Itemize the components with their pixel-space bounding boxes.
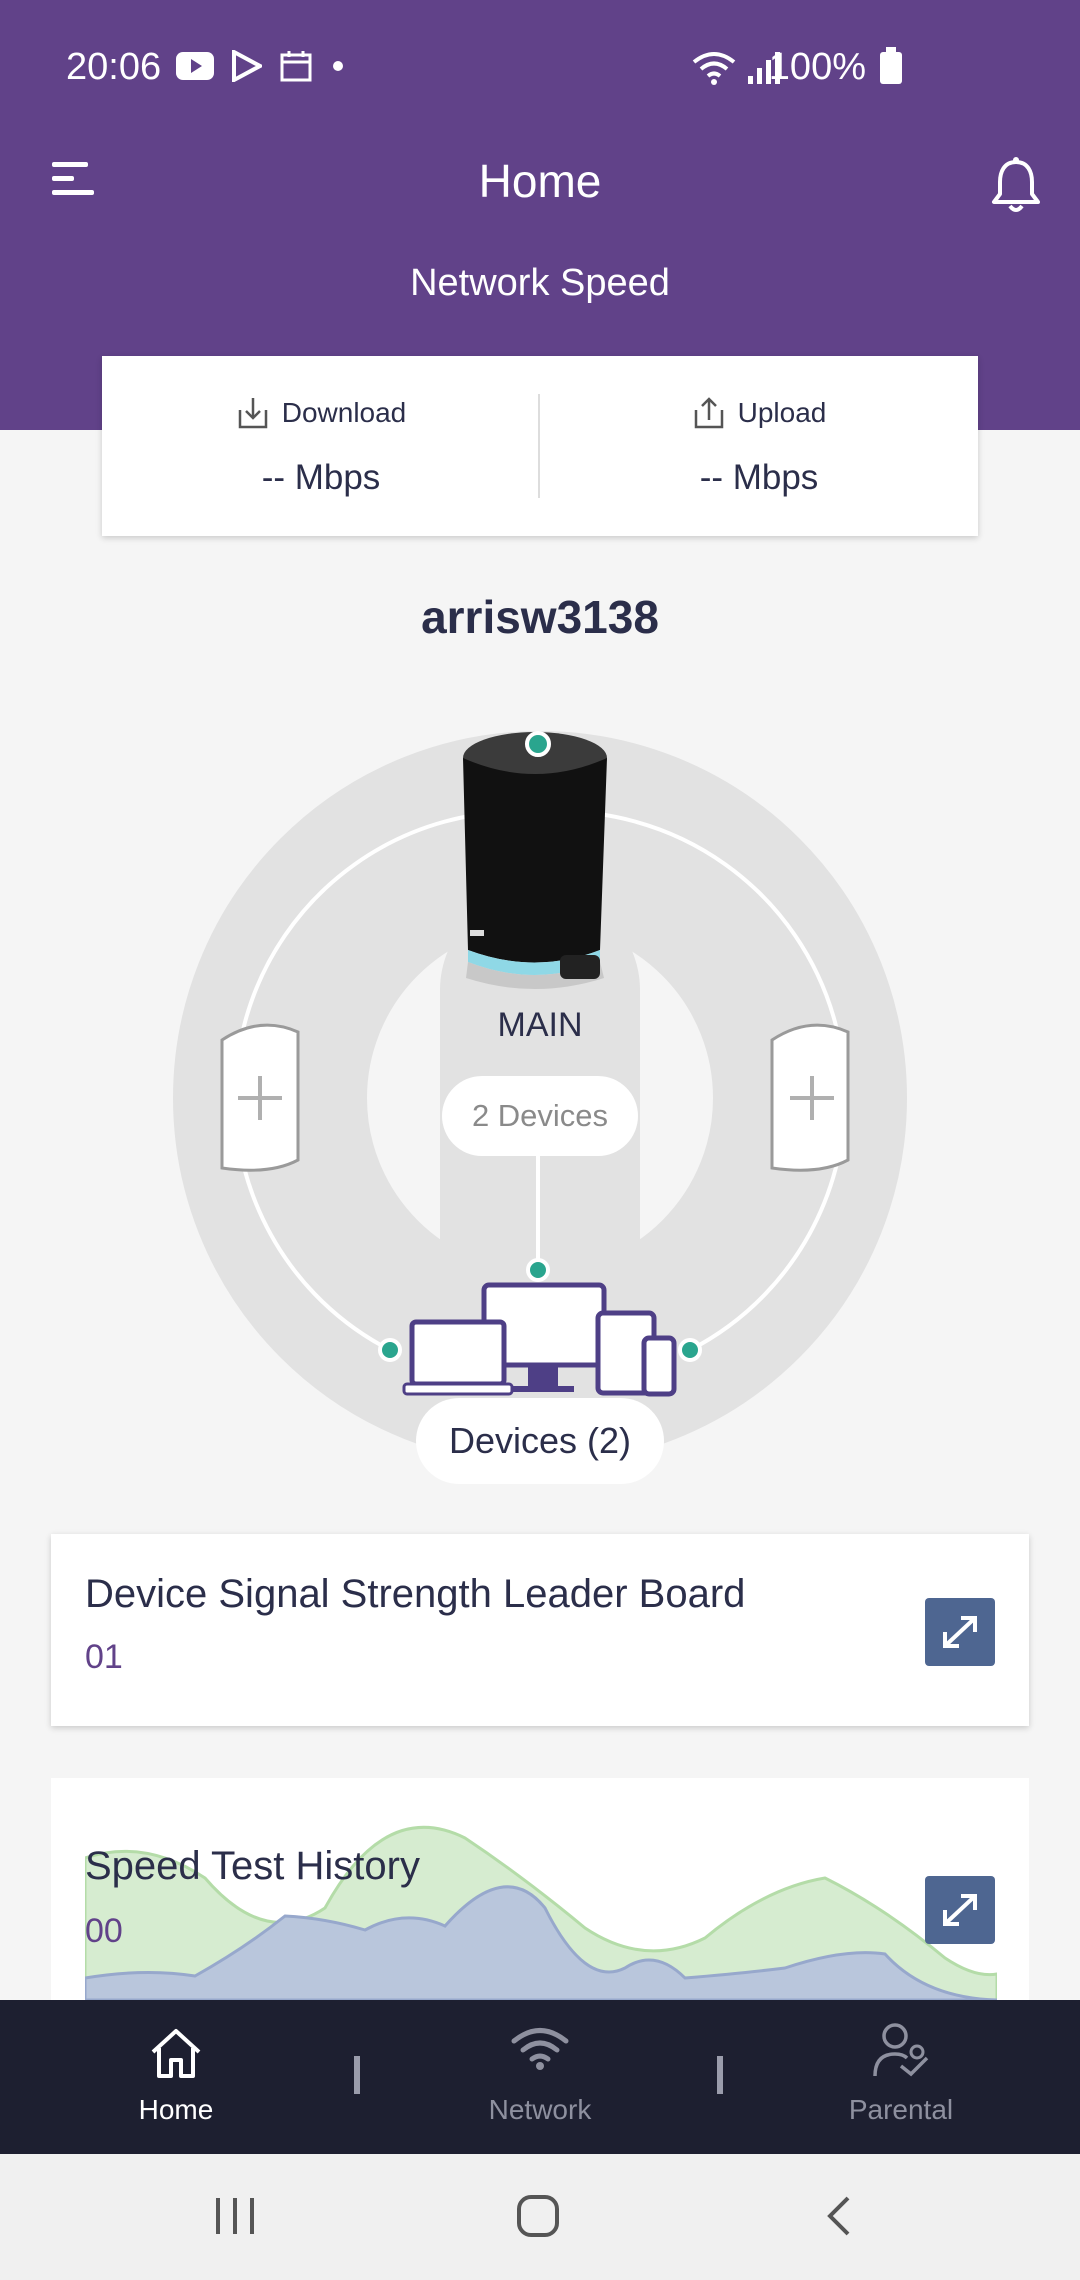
status-bar: 20:06 100% [0, 0, 1080, 140]
network-name: arrisw3138 [421, 591, 659, 643]
bottom-navigation: Home Network Parental [0, 2000, 1080, 2154]
router-status-dot [525, 731, 551, 757]
leaderboard-card[interactable]: Device Signal Strength Leader Board 01 [51, 1534, 1029, 1726]
wifi-icon [511, 2028, 569, 2070]
devices-count-button[interactable]: Devices (2) [416, 1398, 664, 1484]
main-devices-badge[interactable]: 2 Devices [442, 1076, 638, 1156]
page-title: Home [478, 155, 602, 207]
nav-home[interactable]: Home [56, 2000, 296, 2154]
expand-icon[interactable] [925, 1876, 995, 1944]
home-icon [151, 2029, 201, 2078]
recent-apps-icon[interactable] [214, 2196, 256, 2236]
home-button-icon[interactable] [516, 2194, 560, 2238]
nav-network[interactable]: Network [420, 2000, 660, 2154]
dot-icon [333, 61, 343, 71]
devices-status-dot-left [378, 1338, 402, 1362]
devices-status-dot-center [526, 1258, 550, 1282]
play-store-icon [232, 50, 262, 82]
nav-home-label: Home [138, 2094, 214, 2125]
system-icons [692, 50, 780, 86]
router-icon[interactable] [463, 732, 607, 989]
nav-parental[interactable]: Parental [781, 2000, 1021, 2154]
main-router-label: MAIN [497, 1006, 583, 1044]
upload-label: Upload [737, 397, 827, 428]
upload-section: Upload -- Mbps [540, 356, 978, 536]
upload-value: -- Mbps [699, 458, 819, 497]
add-satellite-icon-left[interactable] [220, 1023, 300, 1172]
wifi-status-icon [692, 52, 736, 85]
network-speed-heading: Network Speed [410, 262, 670, 304]
calendar-icon [280, 51, 312, 82]
download-section: Download -- Mbps [102, 356, 540, 536]
speed-history-card[interactable]: Speed Test History 00 [51, 1778, 1029, 2000]
youtube-icon [176, 52, 214, 80]
leaderboard-value: 01 [85, 1638, 123, 1676]
system-navigation-bar [0, 2154, 1080, 2280]
add-satellite-icon-right[interactable] [770, 1023, 850, 1172]
parental-icon [873, 2023, 929, 2077]
bell-icon[interactable] [988, 156, 1044, 216]
nav-network-label: Network [488, 2094, 592, 2125]
speed-card: Download -- Mbps Upload -- Mbps [102, 356, 978, 536]
battery-percent: 100% [768, 46, 866, 88]
speed-history-title: Speed Test History [85, 1844, 420, 1888]
status-time: 20:06 [66, 46, 162, 88]
download-value: -- Mbps [261, 458, 381, 497]
leaderboard-title: Device Signal Strength Leader Board [85, 1572, 746, 1616]
nav-parental-label: Parental [848, 2094, 954, 2125]
download-icon [238, 398, 267, 429]
expand-icon[interactable] [925, 1598, 995, 1666]
nav-separator [717, 2056, 723, 2094]
upload-icon [694, 397, 723, 429]
devices-status-dot-right [678, 1338, 702, 1362]
speed-history-value: 00 [85, 1912, 123, 1950]
notification-icons [176, 50, 346, 82]
speed-history-chart [85, 1825, 997, 2000]
back-icon[interactable] [824, 2196, 854, 2236]
download-label: Download [281, 397, 407, 428]
nav-separator [354, 2056, 360, 2094]
battery-icon [880, 47, 902, 84]
